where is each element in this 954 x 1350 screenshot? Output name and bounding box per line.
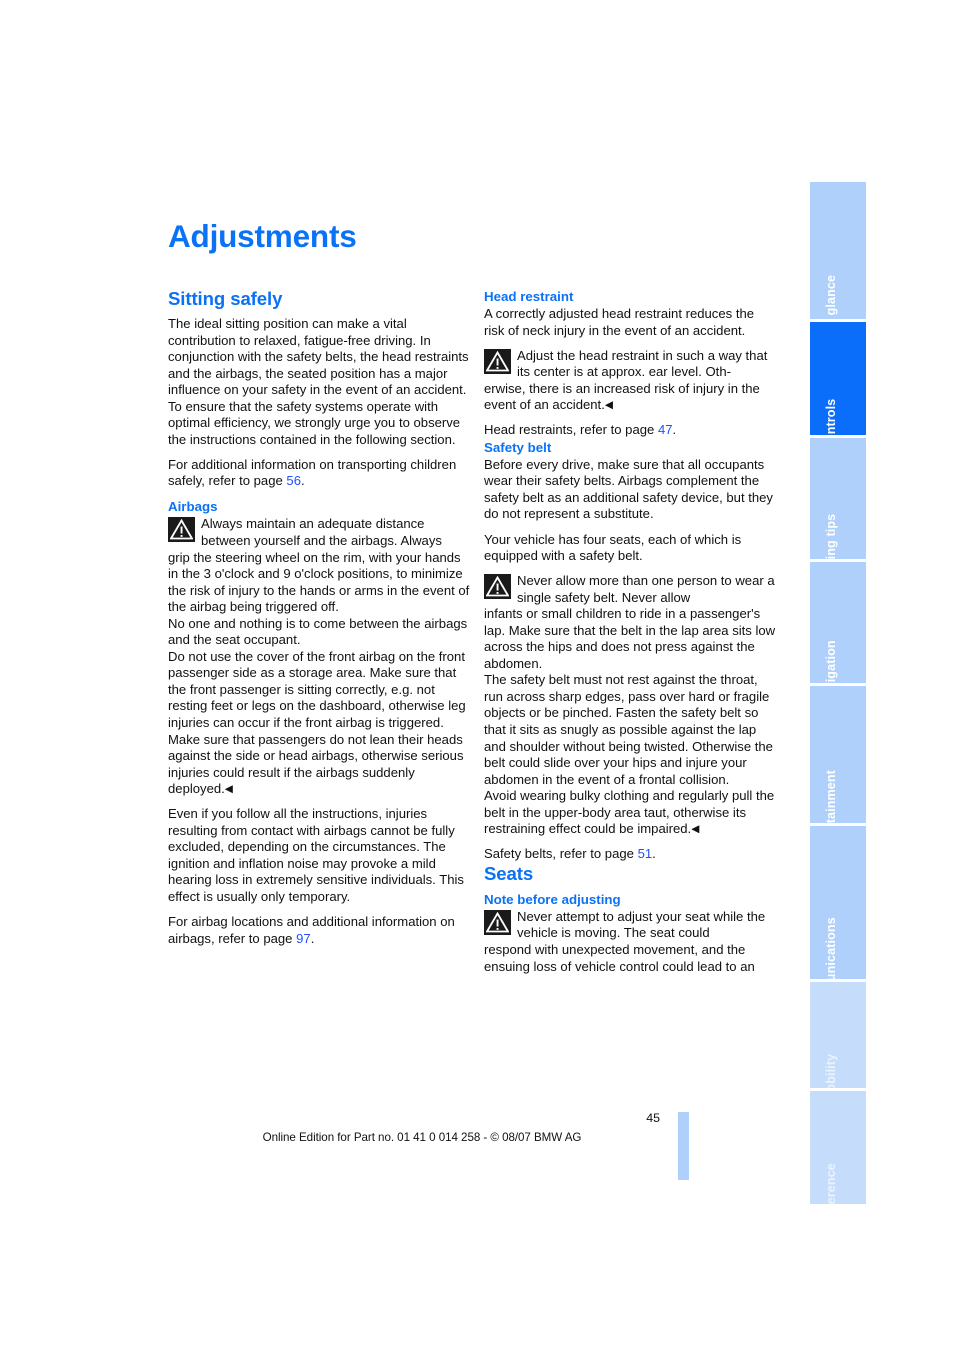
page-reference-56[interactable]: 56 <box>286 473 301 488</box>
paragraph-head-restraint-intro: A correctly adjusted head restraint redu… <box>484 306 755 338</box>
warning-lead-safety-belt: Never allow more than one person to wear… <box>517 573 775 605</box>
paragraph-safety-belt-2: Your vehicle has four seats, each of whi… <box>484 531 742 564</box>
tab-communications[interactable]: Communications <box>810 826 866 979</box>
warning-lead-seats: Never attempt to adjust your seat while … <box>517 908 766 941</box>
warning-lead-airbags: Always maintain an adequate distance bet… <box>201 516 442 549</box>
chapter-tab-strip: At a glance Controls Driving tips Naviga… <box>810 182 866 1204</box>
tab-at-a-glance-label: At a glance <box>824 274 838 319</box>
paragraph-sitting-safely-intro: The ideal sitting position can make a vi… <box>168 316 469 447</box>
page-reference-51[interactable]: 51 <box>638 846 653 861</box>
paragraph-airbag-note: Even if you follow all the instructions,… <box>168 806 464 904</box>
subsection-heading-safety-belt: Safety belt <box>484 439 552 455</box>
warning-body-head-restraint-text: erwise, there is an increased risk of in… <box>484 380 760 413</box>
tab-navigation[interactable]: Navigation <box>810 562 866 683</box>
left-text-column: Sitting safely The ideal sitting positio… <box>168 288 473 947</box>
warning-body-airbags: grip the steering wheel on the rim, with… <box>168 549 470 615</box>
tab-driving-tips[interactable]: Driving tips <box>810 438 866 559</box>
warning-triangle-glyph <box>170 519 193 540</box>
warning-triangle-glyph <box>486 576 509 597</box>
warning-block-airbags: Always maintain an adequate distance bet… <box>168 516 473 797</box>
tab-reference-label: Reference <box>824 1163 838 1204</box>
warning-body-airbags-2: No one and nothing is to come between th… <box>168 615 468 648</box>
page-reference-97[interactable]: 97 <box>296 931 311 946</box>
warning-triangle-icon <box>484 574 511 600</box>
head-restraint-ref-period: . <box>672 422 677 438</box>
safety-belt-ref-period: . <box>652 846 656 862</box>
warning-body-safety-belt-3: Avoid wearing bulky clothing and regular… <box>484 788 776 838</box>
children-ref-text: For additional information on transporti… <box>168 456 457 489</box>
warning-body-safety-belt-3-text: Avoid wearing bulky clothing and regular… <box>484 788 775 837</box>
right-text-column: Head restraint A correctly adjusted head… <box>484 288 776 975</box>
warning-triangle-icon <box>168 517 195 543</box>
airbag-ref-period: . <box>310 930 315 946</box>
warning-body-airbags-4-text: Make sure that passengers do not lean th… <box>168 731 464 797</box>
tab-navigation-label: Navigation <box>824 640 838 683</box>
paragraph-airbag-locations-reference: For airbag locations and additional info… <box>168 914 473 947</box>
paragraph-safety-belt-1: Before every drive, make sure that all o… <box>484 456 773 522</box>
warning-lead-head-restraint: Adjust the head restraint in such a way … <box>517 347 768 380</box>
tab-reference[interactable]: Reference <box>810 1091 866 1204</box>
paragraph-head-restraint-reference: Head restraints, refer to page 47. <box>484 422 776 439</box>
tab-mobility-label: Mobility <box>824 1053 838 1088</box>
safety-belt-ref-text: Safety belts, refer to page <box>484 846 638 862</box>
warning-body-airbags-4: Make sure that passengers do not lean th… <box>168 732 473 798</box>
tab-controls[interactable]: Controls <box>810 322 866 435</box>
tab-mobility[interactable]: Mobility <box>810 982 866 1088</box>
subsection-heading-head-restraint: Head restraint <box>484 289 574 304</box>
page-number: 45 <box>646 1111 660 1125</box>
page-reference-47[interactable]: 47 <box>658 422 673 437</box>
tab-controls-label: Controls <box>824 398 838 435</box>
subsection-heading-note-before-adjusting: Note before adjusting <box>484 891 621 907</box>
tab-at-a-glance[interactable]: At a glance <box>810 182 866 319</box>
paragraph-children-reference: For additional information on transporti… <box>168 457 473 490</box>
warning-block-safety-belt: Never allow more than one person to wear… <box>484 573 776 838</box>
footer-accent-bar <box>678 1112 689 1180</box>
paragraph-safety-belt-reference: Safety belts, refer to page 51. <box>484 846 776 863</box>
head-restraint-ref-text: Head restraints, refer to page <box>484 422 658 438</box>
warning-triangle-icon <box>484 909 511 935</box>
warning-body-safety-belt-2: The safety belt must not rest against th… <box>484 672 773 787</box>
warning-block-head-restraint: Adjust the head restraint in such a way … <box>484 348 776 414</box>
warning-body-airbags-3: Do not use the cover of the front airbag… <box>168 648 466 731</box>
tab-entertainment[interactable]: Entertainment <box>810 686 866 823</box>
warning-end-marker: ◀ <box>224 783 233 796</box>
page-title: Adjustments <box>168 218 357 254</box>
manual-page: Adjustments Sitting safely The ideal sit… <box>0 0 954 1350</box>
tab-communications-label: Communications <box>824 917 838 979</box>
warning-end-marker: ◀ <box>604 399 613 412</box>
warning-end-marker: ◀ <box>691 823 700 836</box>
warning-block-seats: Never attempt to adjust your seat while … <box>484 909 776 975</box>
children-ref-period: . <box>300 473 305 489</box>
section-heading-sitting-safely: Sitting safely <box>168 288 283 309</box>
subsection-heading-airbags: Airbags <box>168 499 218 515</box>
warning-body-safety-belt: infants or small children to ride in a p… <box>484 606 776 671</box>
warning-triangle-icon <box>484 348 511 374</box>
warning-body-seats: respond with unexpected movement, and th… <box>484 942 755 974</box>
tab-entertainment-label: Entertainment <box>824 770 838 823</box>
warning-body-head-restraint: erwise, there is an increased risk of in… <box>484 381 776 414</box>
footer-edition-note: Online Edition for Part no. 01 41 0 014 … <box>262 1131 582 1144</box>
warning-triangle-glyph <box>486 350 509 371</box>
section-heading-seats: Seats <box>484 862 534 884</box>
warning-triangle-glyph <box>486 911 509 933</box>
tab-driving-tips-label: Driving tips <box>824 513 838 559</box>
